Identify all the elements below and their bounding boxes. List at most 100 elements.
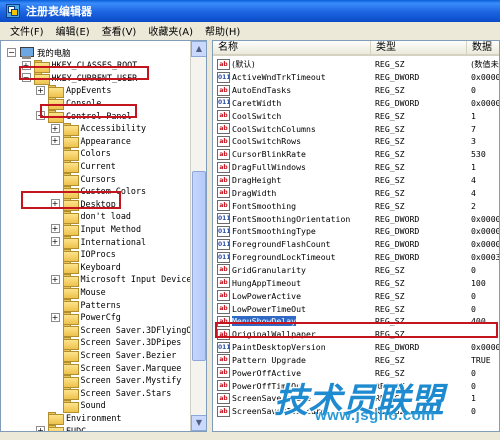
value-row[interactable]: 011 PaintDesktopVersion REG_DWORD 0x0000 — [213, 341, 500, 354]
menu-help[interactable]: 帮助(H) — [199, 23, 246, 38]
column-data-header[interactable]: 数据 — [467, 41, 499, 56]
menu-favorites[interactable]: 收藏夹(A) — [142, 23, 199, 38]
value-row[interactable]: ab CoolSwitch REG_SZ 1 — [213, 109, 499, 122]
tree-item[interactable]: Screen Saver.Stars — [51, 386, 171, 401]
value-name: PaintDesktopVersion — [232, 342, 326, 353]
value-row[interactable]: ab CursorBlinkRate REG_SZ 530 — [213, 148, 499, 161]
tree-item-label: PowerCfg — [80, 312, 121, 323]
expand-icon[interactable]: + — [50, 274, 60, 284]
tree-item[interactable]: + Accessibility — [50, 122, 147, 136]
tree-item-label: Accessibility — [80, 123, 147, 134]
value-name: CoolSwitchColumns — [232, 123, 316, 134]
expand-icon[interactable]: + — [50, 123, 60, 133]
expand-icon[interactable]: + — [50, 136, 60, 146]
column-name-header[interactable]: 名称 — [213, 41, 371, 56]
value-row[interactable]: 011 CaretWidth REG_DWORD 0x0000 — [213, 97, 499, 110]
tree-item[interactable]: + EUDC — [36, 424, 86, 431]
value-row[interactable]: ab DragFullWindows REG_SZ 1 — [213, 161, 499, 174]
value-row[interactable]: ab HungAppTimeout REG_SZ 100 — [213, 276, 499, 289]
reg-dword-icon: 011 — [217, 225, 231, 237]
value-type: REG_SZ — [375, 149, 405, 160]
tree-item[interactable]: Cursors — [51, 172, 116, 186]
collapse-icon[interactable]: − — [7, 48, 16, 57]
title-bar[interactable]: 注册表编辑器 — [0, 0, 500, 22]
tree-item[interactable]: Screen Saver.Bezier — [51, 348, 176, 363]
value-row[interactable]: ab Pattern Upgrade REG_SZ TRUE — [213, 354, 499, 367]
value-type: REG_SZ — [375, 290, 405, 301]
value-row[interactable]: ab (默认) REG_SZ (数值未 — [213, 58, 499, 71]
highlight-control-panel — [40, 104, 137, 118]
value-row[interactable]: 011 FontSmoothingType REG_DWORD 0x0000 — [213, 225, 499, 238]
value-name-cell: ab Pattern Upgrade — [213, 354, 371, 366]
menu-view[interactable]: 查看(V) — [96, 23, 143, 38]
value-row[interactable]: 011 FontSmoothingOrientation REG_DWORD 0x00… — [213, 212, 499, 225]
tree-item[interactable]: + AppEvents — [36, 84, 111, 98]
scroll-down-button[interactable]: ▼ — [191, 415, 206, 431]
expand-icon[interactable]: + — [50, 312, 60, 322]
tree-item[interactable]: IOProcs — [51, 248, 116, 262]
value-row[interactable]: ab FontSmoothing REG_SZ 2 — [213, 199, 499, 212]
value-name: ActiveWndTrkTimeout — [232, 72, 326, 83]
column-type-header[interactable]: 类型 — [371, 41, 467, 56]
tree-item[interactable]: Keyboard — [51, 260, 121, 275]
reg-string-icon: ab — [217, 174, 230, 186]
value-data: 0 — [471, 303, 476, 314]
tree-item[interactable]: + International — [50, 235, 146, 249]
value-type: REG_DWORD — [375, 226, 420, 237]
tree-item[interactable]: Mouse — [51, 285, 106, 300]
tree-item[interactable]: Patterns — [51, 298, 121, 312]
value-type: REG_DWORD — [375, 72, 420, 83]
scroll-up-button[interactable]: ▲ — [191, 41, 206, 57]
value-row[interactable]: 011 ForegroundFlashCount REG_DWORD 0x0000 — [213, 238, 499, 251]
tree-item[interactable]: − 我的电脑 — [7, 46, 71, 59]
tree-item[interactable]: Environment — [36, 411, 121, 426]
value-name-cell: ab CoolSwitchRows — [213, 135, 371, 147]
tree-item-label: Screen Saver.3DPipes — [80, 337, 182, 348]
tree-item[interactable]: + PowerCfg — [50, 311, 121, 325]
scroll-thumb[interactable] — [192, 171, 206, 361]
value-data: 0x0003 — [471, 252, 500, 263]
highlight-hkcu — [19, 66, 149, 80]
tree-item[interactable]: + Appearance — [50, 134, 131, 149]
tree-item[interactable]: Screen Saver.Mystify — [51, 374, 181, 388]
value-name-cell: ab CoolSwitch — [213, 110, 371, 122]
tree-item[interactable]: + Microsoft Input Devices — [50, 273, 196, 287]
value-row[interactable]: ab CoolSwitchColumns REG_SZ 7 — [213, 122, 499, 135]
tree-item[interactable]: Screen Saver.3DPipes — [51, 336, 182, 350]
expand-icon[interactable]: + — [36, 85, 45, 95]
value-row[interactable]: 011 ActiveWndTrkTimeout REG_DWORD 0x0000 — [213, 71, 499, 84]
value-name-cell: ab HungAppTimeout — [213, 277, 371, 289]
value-name-cell: ab (默认) — [213, 58, 371, 70]
key-tree-pane[interactable]: − 我的电脑 + HKEY_CLASSES_ROOT − HKEY_CURRENT_USE… — [0, 40, 207, 432]
value-row[interactable]: ab DragWidth REG_SZ 4 — [213, 187, 499, 200]
value-row[interactable]: ab CoolSwitchRows REG_SZ 3 — [213, 135, 499, 148]
tree-scrollbar[interactable]: ▲ ▼ — [190, 41, 206, 431]
value-row[interactable]: ab DragHeight REG_SZ 4 — [213, 174, 499, 187]
value-row[interactable]: 011 ForegroundLockTimeout REG_DWORD 0x0003 — [213, 251, 500, 264]
value-type: REG_SZ — [375, 162, 405, 173]
tree-item[interactable]: don't load — [51, 210, 131, 224]
expand-icon[interactable]: + — [50, 237, 60, 246]
value-type: REG_DWORD — [375, 239, 420, 250]
expand-icon[interactable]: + — [50, 224, 60, 234]
expand-icon[interactable]: + — [36, 426, 45, 431]
value-row[interactable]: ab AutoEndTasks REG_SZ 0 — [213, 84, 499, 97]
value-row[interactable]: ab LowPowerTimeOut REG_SZ 0 — [213, 302, 499, 315]
value-type: REG_SZ — [375, 200, 405, 211]
tree-item[interactable]: Screen Saver.3DFlyingOb — [51, 323, 196, 338]
value-name-cell: ab DragWidth — [213, 187, 371, 199]
menu-edit[interactable]: 编辑(E) — [50, 23, 96, 38]
menu-file[interactable]: 文件(F) — [4, 23, 50, 38]
tree-item[interactable]: Sound — [51, 399, 106, 413]
tree-item[interactable]: Current — [51, 159, 116, 174]
tree-item[interactable]: Screen Saver.Marquee — [51, 361, 181, 375]
value-data: 0x0000 — [471, 342, 500, 353]
tree-item[interactable]: + Input Method — [50, 222, 141, 237]
value-row[interactable]: ab LowPowerActive REG_SZ 0 — [213, 289, 499, 302]
tree-item[interactable]: Colors — [51, 147, 111, 161]
value-data: (数值未 — [471, 59, 499, 70]
folder-icon — [62, 374, 79, 388]
tree-item-label: Colors — [80, 148, 111, 159]
value-row[interactable]: ab GridGranularity REG_SZ 0 — [213, 264, 499, 277]
folder-icon — [48, 412, 64, 426]
